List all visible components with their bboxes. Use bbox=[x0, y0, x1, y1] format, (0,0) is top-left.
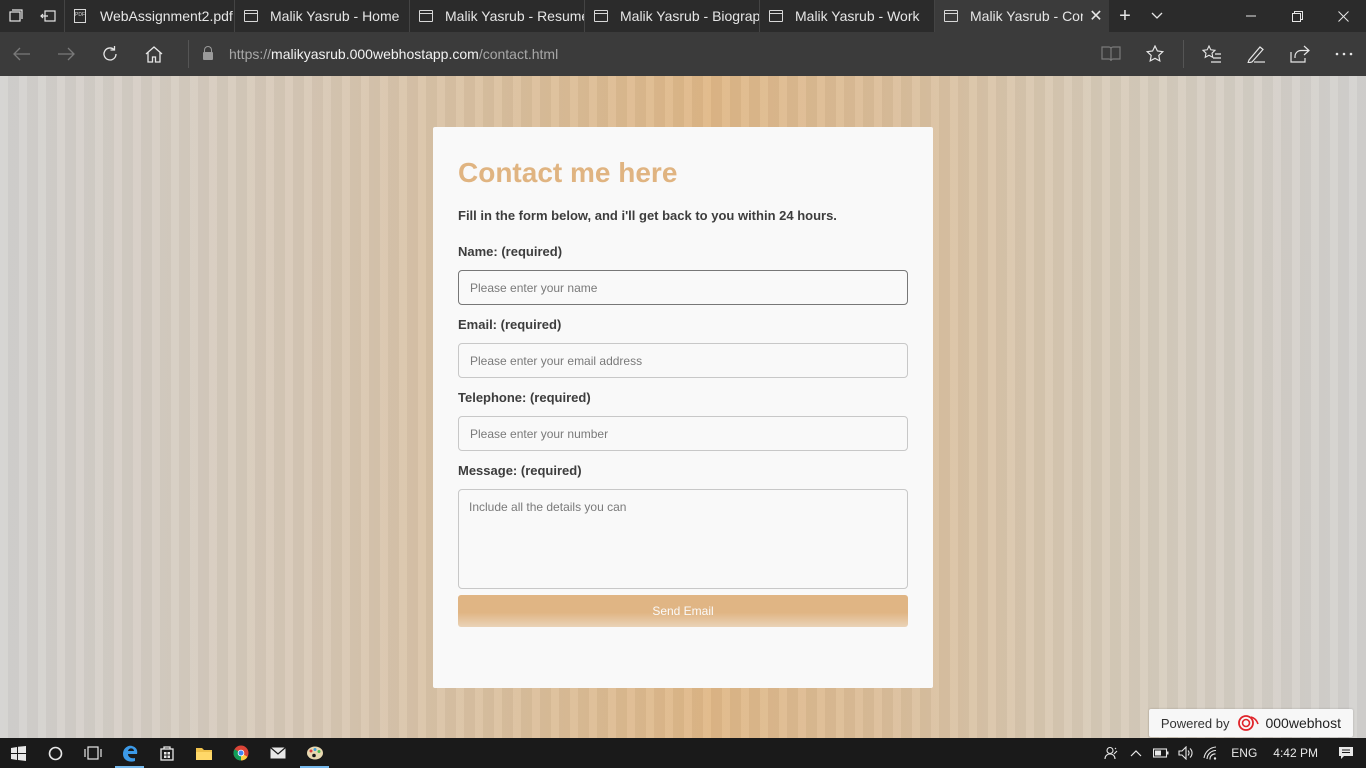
new-tab-button[interactable]: + bbox=[1109, 0, 1141, 32]
window-controls bbox=[1228, 0, 1366, 32]
action-center-icon[interactable] bbox=[1326, 746, 1366, 760]
send-email-button[interactable]: Send Email bbox=[458, 595, 908, 627]
web-note-pen-icon[interactable] bbox=[1234, 32, 1278, 76]
tab-webassignment-pdf[interactable]: PDF WebAssignment2.pdf bbox=[64, 0, 234, 32]
clock[interactable]: 4:42 PM bbox=[1265, 746, 1326, 760]
telephone-label: Telephone: (required) bbox=[458, 390, 591, 405]
message-textarea[interactable] bbox=[458, 489, 908, 589]
tab-contact[interactable]: Malik Yasrub - Con ✕ bbox=[934, 0, 1109, 32]
message-label: Message: (required) bbox=[458, 463, 582, 478]
tab-title: Malik Yasrub - Biograpl bbox=[620, 8, 759, 24]
task-view-icon[interactable] bbox=[74, 738, 111, 768]
edge-browser-icon[interactable] bbox=[111, 738, 148, 768]
tab-title: Malik Yasrub - Work bbox=[795, 8, 920, 24]
navigation-bar: https://malikyasrub.000webhostapp.com/co… bbox=[0, 32, 1366, 76]
minimize-icon[interactable] bbox=[1228, 0, 1274, 32]
reading-view-icon[interactable] bbox=[1089, 32, 1133, 76]
mail-icon[interactable] bbox=[259, 738, 296, 768]
tab-resume[interactable]: Malik Yasrub - Resume bbox=[409, 0, 584, 32]
more-options-icon[interactable] bbox=[1322, 32, 1366, 76]
tab-preview-chevron-icon[interactable] bbox=[1141, 0, 1173, 32]
system-tray: ENG 4:42 PM bbox=[1098, 746, 1366, 760]
page-icon bbox=[944, 10, 958, 22]
forward-icon[interactable] bbox=[44, 32, 88, 76]
url-scheme: https:// bbox=[229, 46, 272, 62]
nav-divider bbox=[188, 40, 189, 68]
page-icon bbox=[594, 10, 608, 22]
windows-start-icon[interactable] bbox=[0, 738, 37, 768]
set-tabs-aside-icon[interactable] bbox=[32, 0, 64, 32]
language-indicator[interactable]: ENG bbox=[1223, 746, 1265, 760]
file-explorer-icon[interactable] bbox=[185, 738, 222, 768]
close-window-icon[interactable] bbox=[1320, 0, 1366, 32]
name-label: Name: (required) bbox=[458, 244, 563, 259]
pdf-icon: PDF bbox=[74, 9, 86, 23]
chrome-icon[interactable] bbox=[222, 738, 259, 768]
tab-home[interactable]: Malik Yasrub - Home bbox=[234, 0, 409, 32]
tab-title: Malik Yasrub - Con bbox=[970, 8, 1083, 24]
favorites-hub-icon[interactable] bbox=[1190, 32, 1234, 76]
paint-app-icon[interactable] bbox=[296, 738, 333, 768]
volume-icon[interactable] bbox=[1173, 746, 1198, 760]
url-text[interactable]: https://malikyasrub.000webhostapp.com/co… bbox=[229, 46, 558, 62]
url-host: malikyasrub.000webhostapp.com bbox=[271, 46, 479, 62]
telephone-input[interactable] bbox=[458, 416, 908, 451]
page-icon bbox=[419, 10, 433, 22]
toolbar-divider bbox=[1183, 40, 1184, 68]
store-icon[interactable] bbox=[148, 738, 185, 768]
battery-icon[interactable] bbox=[1148, 748, 1173, 758]
webhost-logo-icon bbox=[1238, 715, 1260, 731]
tab-manager-icon[interactable] bbox=[0, 0, 32, 32]
toolbar-right bbox=[1089, 32, 1366, 76]
powered-by-text: Powered by bbox=[1160, 715, 1230, 731]
webhost-brand-text: 000webhost bbox=[1265, 715, 1341, 731]
page-icon bbox=[769, 10, 783, 22]
close-tab-icon[interactable]: ✕ bbox=[1083, 6, 1109, 26]
tab-work[interactable]: Malik Yasrub - Work bbox=[759, 0, 934, 32]
tab-title: WebAssignment2.pdf bbox=[100, 8, 233, 24]
name-input[interactable] bbox=[458, 270, 908, 305]
lock-icon bbox=[203, 46, 213, 60]
contact-form: Contact me here Fill in the form below, … bbox=[433, 127, 933, 688]
share-icon[interactable] bbox=[1278, 32, 1322, 76]
email-input[interactable] bbox=[458, 343, 908, 378]
page-background: Contact me here Fill in the form below, … bbox=[0, 76, 1366, 738]
page-title: Contact me here bbox=[458, 157, 678, 188]
tab-title: Malik Yasrub - Home bbox=[270, 8, 400, 24]
url-path: /contact.html bbox=[478, 46, 559, 62]
page-icon bbox=[244, 10, 258, 22]
tab-title: Malik Yasrub - Resume bbox=[445, 8, 584, 24]
back-icon[interactable] bbox=[0, 32, 44, 76]
email-label: Email: (required) bbox=[458, 317, 562, 332]
people-icon[interactable] bbox=[1098, 746, 1123, 760]
restore-icon[interactable] bbox=[1274, 0, 1320, 32]
cortana-search-icon[interactable] bbox=[37, 738, 74, 768]
show-hidden-icons-chevron-icon[interactable] bbox=[1123, 749, 1148, 757]
refresh-icon[interactable] bbox=[88, 32, 132, 76]
address-bar[interactable]: https://malikyasrub.000webhostapp.com/co… bbox=[195, 32, 1089, 76]
home-icon[interactable] bbox=[132, 32, 176, 76]
wifi-icon[interactable] bbox=[1198, 746, 1223, 760]
powered-by-badge[interactable]: Powered by 000webhost bbox=[1148, 709, 1353, 737]
tab-biography[interactable]: Malik Yasrub - Biograpl bbox=[584, 0, 759, 32]
windows-taskbar: ENG 4:42 PM bbox=[0, 738, 1366, 768]
form-intro: Fill in the form below, and i'll get bac… bbox=[458, 208, 837, 223]
tab-strip: PDF WebAssignment2.pdf Malik Yasrub - Ho… bbox=[0, 0, 1366, 32]
favorite-star-icon[interactable] bbox=[1133, 32, 1177, 76]
